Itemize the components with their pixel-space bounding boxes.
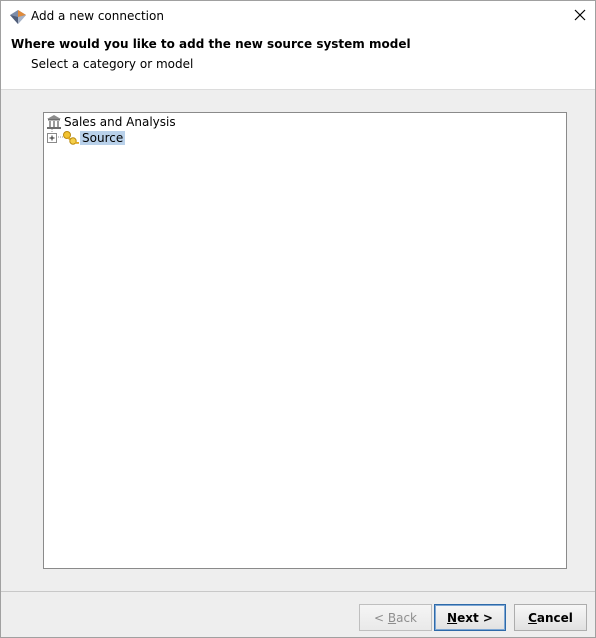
wizard-footer: < Back Next > Cancel bbox=[1, 592, 595, 637]
next-button-label: ext > bbox=[457, 610, 493, 625]
title-bar: Add a new connection bbox=[1, 1, 595, 32]
cancel-button-mnemonic: C bbox=[528, 610, 537, 625]
close-icon bbox=[574, 9, 586, 24]
keys-icon bbox=[62, 130, 80, 146]
wizard-content: Sales and Analysis Source bbox=[1, 91, 595, 591]
wizard-subtitle: Select a category or model bbox=[31, 57, 194, 71]
window-title: Add a new connection bbox=[31, 9, 164, 23]
back-button-mnemonic: B bbox=[387, 610, 397, 625]
tree-item-sales-and-analysis[interactable]: Sales and Analysis bbox=[46, 114, 178, 130]
wizard-title: Where would you like to add the new sour… bbox=[11, 37, 411, 51]
library-icon bbox=[46, 114, 62, 130]
app-logo-icon bbox=[9, 9, 27, 25]
next-button[interactable]: Next > bbox=[434, 604, 506, 631]
model-tree[interactable]: Sales and Analysis Source bbox=[43, 112, 567, 569]
wizard-header: Where would you like to add the new sour… bbox=[1, 32, 595, 90]
back-button-label: ack bbox=[396, 610, 417, 625]
back-button[interactable]: < Back bbox=[359, 604, 432, 631]
tree-item-label: Source bbox=[80, 131, 126, 145]
tree-item-label: Sales and Analysis bbox=[64, 115, 176, 129]
back-button-prefix: < bbox=[373, 610, 388, 625]
tree-item-source[interactable]: Source bbox=[47, 130, 126, 146]
expand-icon[interactable] bbox=[47, 133, 57, 143]
cancel-button-label: ancel bbox=[536, 610, 573, 625]
close-button[interactable] bbox=[565, 1, 595, 32]
add-connection-dialog: Add a new connection Where would you lik… bbox=[0, 0, 596, 638]
cancel-button[interactable]: Cancel bbox=[514, 604, 587, 631]
next-button-mnemonic: N bbox=[447, 610, 458, 625]
